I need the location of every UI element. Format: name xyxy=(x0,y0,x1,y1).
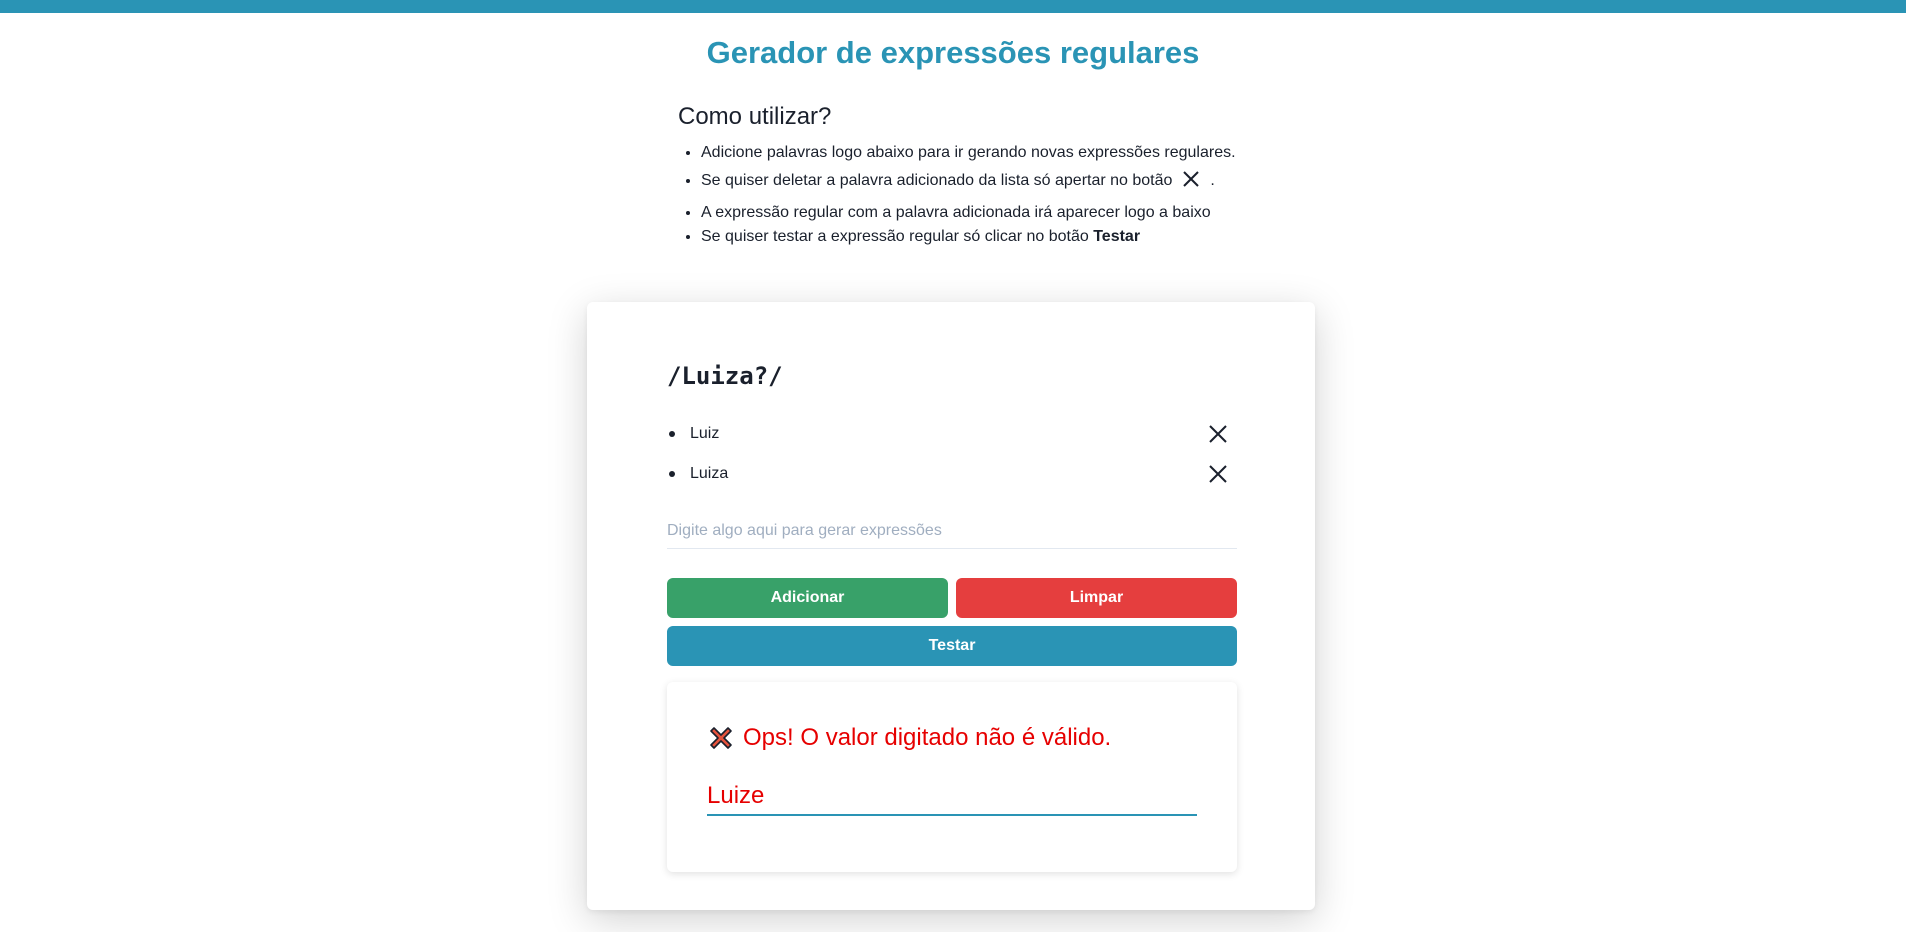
how-to-step: Se quiser deletar a palavra adicionado d… xyxy=(701,165,1278,201)
how-to-step-text-end: . xyxy=(1210,172,1215,189)
add-button[interactable]: Adicionar xyxy=(667,578,948,618)
word-list-item: Luiza xyxy=(667,454,1237,494)
how-to-step-text: Se quiser deletar a palavra adicionado d… xyxy=(701,172,1173,189)
generator-card: /Luiza?/ Luiz Luiza Adicionar Limpar Tes… xyxy=(587,302,1315,910)
bullet-icon xyxy=(669,431,675,437)
result-message: Ops! O valor digitado não é válido. xyxy=(707,722,1111,754)
delete-word-button[interactable] xyxy=(1207,463,1229,485)
word-list-item: Luiz xyxy=(667,414,1237,454)
test-button[interactable]: Testar xyxy=(667,626,1237,666)
close-icon xyxy=(1209,465,1227,483)
how-to-step-text: Adicione palavras logo abaixo para ir ge… xyxy=(701,144,1236,161)
how-to-step: Se quiser testar a expressão regular só … xyxy=(701,225,1278,249)
bullet-icon xyxy=(669,471,675,477)
test-keyword: Testar xyxy=(1093,228,1141,245)
how-to-section: Como utilizar? Adicione palavras logo ab… xyxy=(678,100,1278,249)
how-to-heading: Como utilizar? xyxy=(678,103,832,130)
delete-word-button[interactable] xyxy=(1207,423,1229,445)
page-title: Gerador de expressões regulares xyxy=(706,35,1200,70)
word-label: Luiza xyxy=(690,465,729,482)
how-to-step: Adicione palavras logo abaixo para ir ge… xyxy=(701,141,1278,165)
result-text: Ops! O valor digitado não é válido. xyxy=(743,724,1112,751)
regex-output: /Luiza?/ xyxy=(667,362,783,390)
how-to-step-text: A expressão regular com a palavra adicio… xyxy=(701,204,1211,221)
word-list: Luiz Luiza xyxy=(667,414,1237,494)
how-to-list: Adicione palavras logo abaixo para ir ge… xyxy=(678,141,1278,249)
how-to-step-text: Se quiser testar a expressão regular só … xyxy=(701,228,1089,245)
word-input[interactable] xyxy=(667,514,1237,549)
cross-mark-icon xyxy=(710,727,732,749)
test-value-input[interactable] xyxy=(707,778,1197,816)
close-icon xyxy=(1209,425,1227,443)
clear-button[interactable]: Limpar xyxy=(956,578,1237,618)
test-result-card: Ops! O valor digitado não é válido. xyxy=(667,682,1237,872)
word-label: Luiz xyxy=(690,425,720,442)
close-icon xyxy=(1183,171,1200,187)
how-to-step: A expressão regular com a palavra adicio… xyxy=(701,201,1278,225)
top-accent-bar xyxy=(0,0,1906,13)
